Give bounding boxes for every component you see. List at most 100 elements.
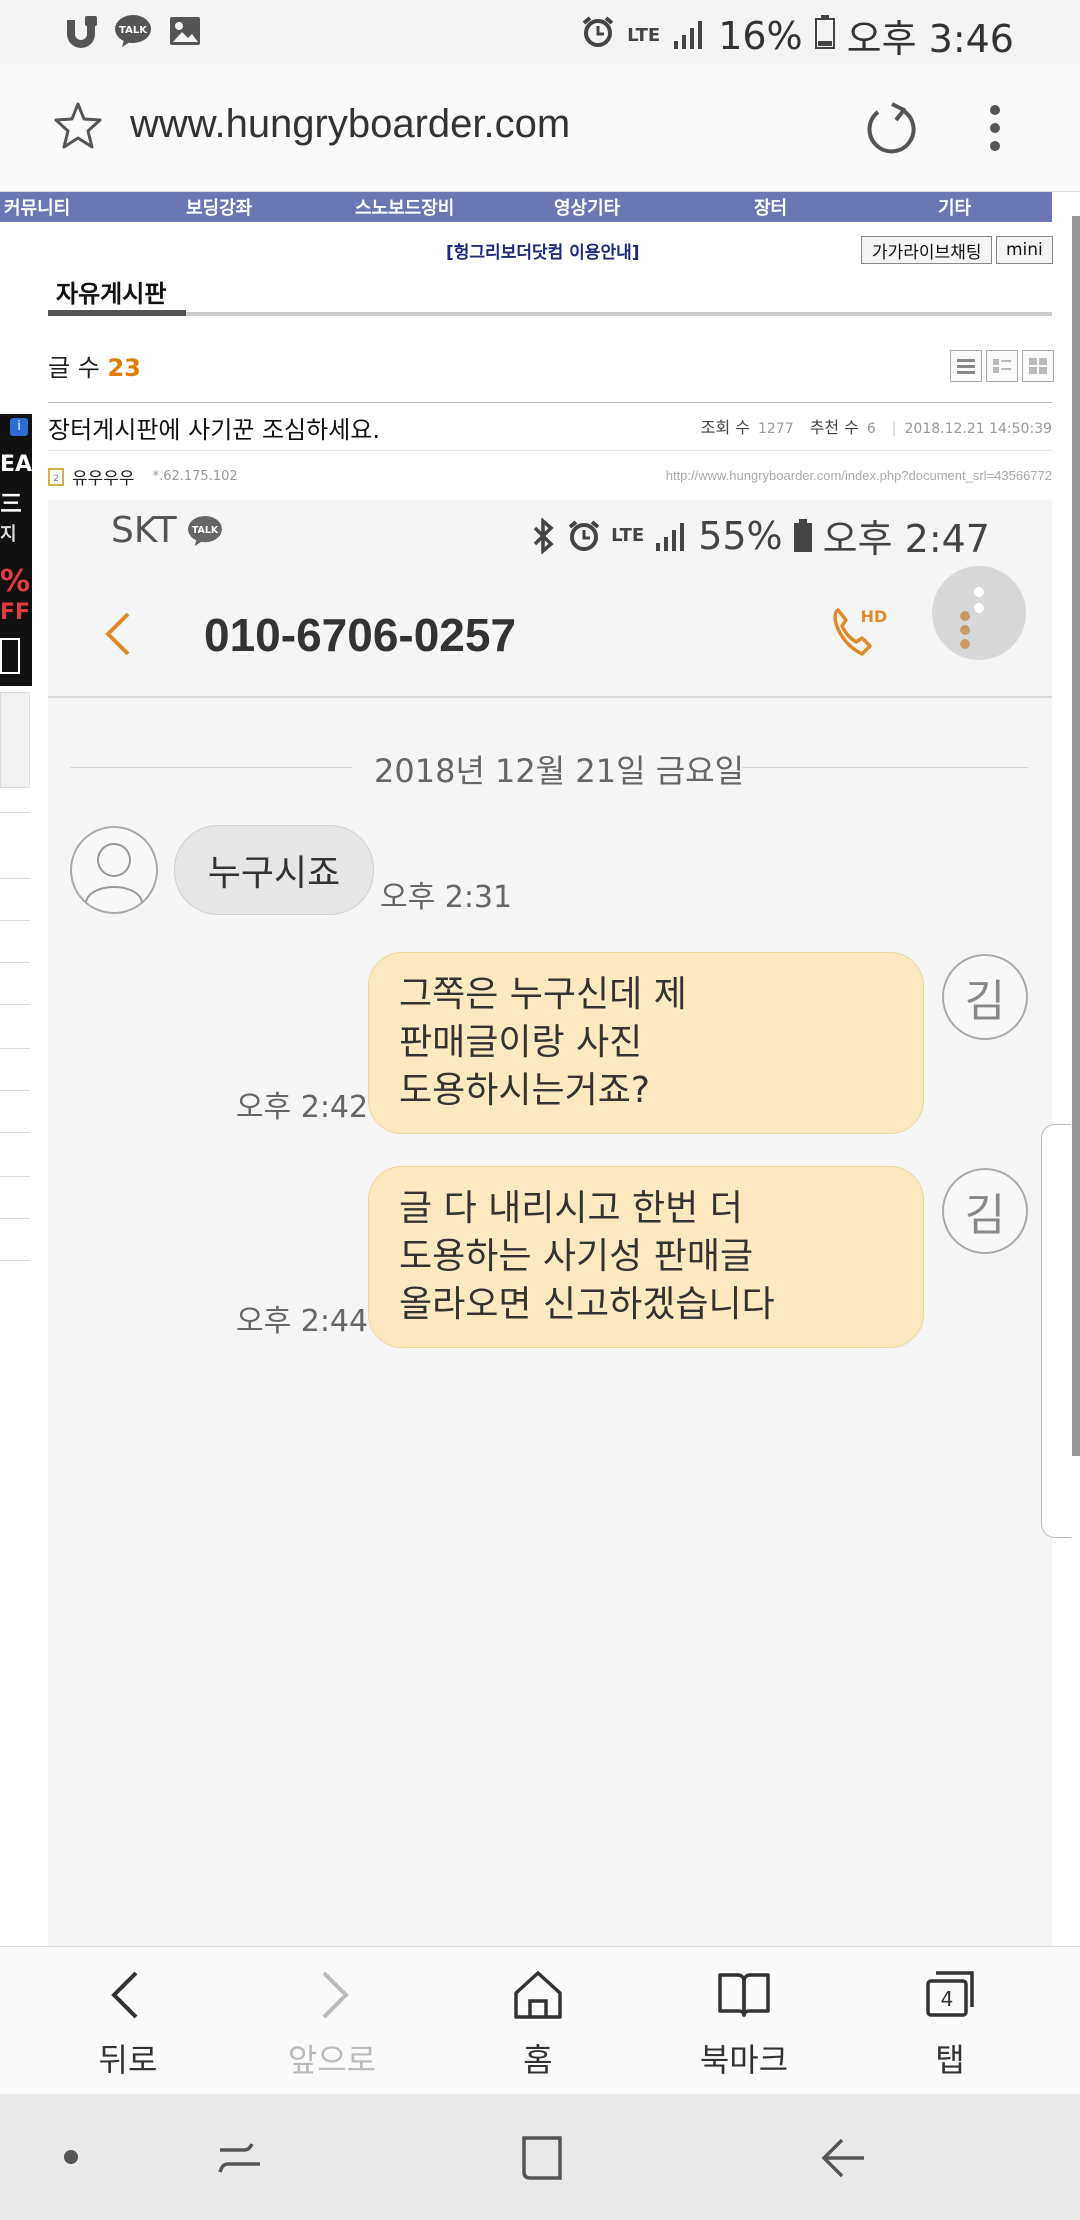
- home-button[interactable]: 홈: [468, 1967, 608, 2087]
- alarm-icon: [581, 14, 615, 58]
- back-nav-icon[interactable]: [818, 2132, 870, 2184]
- post-image: SKT TALK LTE 55% 오후 2:47 010-6706-0257 H…: [48, 500, 1052, 1946]
- ad-text-5: FF: [0, 600, 31, 625]
- more-menu-icon[interactable]: [980, 102, 1010, 154]
- bookmarks-button[interactable]: 북마크: [674, 1967, 814, 2087]
- page-edge-strip: [1072, 216, 1080, 1456]
- recommend-value: 6: [866, 421, 876, 437]
- back-label: 뒤로: [98, 2041, 158, 2079]
- image-contact-avatar-icon: [70, 826, 158, 914]
- battery-percent: 16%: [718, 13, 803, 58]
- ad-text-3: 지: [0, 524, 17, 545]
- image-signal-icon: [656, 522, 685, 551]
- bookmarks-label: 북마크: [699, 2041, 789, 2079]
- svg-text:TALK: TALK: [119, 25, 148, 36]
- image-network-type: LTE: [611, 524, 645, 546]
- image-carrier: SKT TALK: [111, 510, 223, 551]
- browser-toolbar: 뒤로 앞으로 홈 북마크 4 탭: [0, 1946, 1080, 2094]
- list-view-icon[interactable]: [950, 350, 982, 382]
- author-ip: *.62.175.102: [152, 469, 238, 484]
- views-label: 조회 수: [700, 418, 750, 437]
- svg-text:TALK: TALK: [192, 524, 219, 535]
- image-header-divider: [48, 696, 1052, 698]
- gallery-icon: [166, 12, 204, 50]
- image-message-out-1-line-2: 판매글이랑 사진: [399, 1022, 643, 1063]
- back-arrow-icon: [111, 1971, 138, 2019]
- image-message-time-3: 오후 2:44: [236, 1304, 369, 1339]
- board-tab-free[interactable]: 자유게시판: [56, 274, 166, 309]
- image-status-bar: SKT TALK LTE 55% 오후 2:47: [48, 500, 1052, 564]
- board-tab-active-indicator: [48, 310, 186, 316]
- battery-icon: [814, 14, 835, 58]
- image-back-arrow-icon: [102, 610, 132, 658]
- post-count-value: 23: [107, 354, 141, 382]
- tabs-button[interactable]: 4 탭: [880, 1967, 1020, 2087]
- side-thumbnail[interactable]: [0, 692, 30, 788]
- forward-arrow-icon: [322, 1971, 349, 2019]
- system-nav-bar: [0, 2094, 1080, 2220]
- post-top-divider: [48, 402, 1052, 403]
- page-side-handle[interactable]: [1041, 1124, 1071, 1538]
- author-row: 2 유우우우 *.62.175.102: [48, 464, 238, 489]
- author-level-icon: 2: [48, 467, 64, 486]
- forward-button[interactable]: 앞으로: [262, 1967, 402, 2087]
- gallery-view-icon[interactable]: [1022, 350, 1054, 382]
- image-battery-percent: 55%: [698, 513, 783, 558]
- side-ad[interactable]: i EA 三 지 % FF: [0, 414, 32, 686]
- nav-item-community[interactable]: 커뮤니티: [4, 194, 70, 220]
- views-value: 1277: [757, 421, 794, 437]
- network-type: LTE: [627, 24, 661, 46]
- view-mode-buttons: [950, 350, 1054, 382]
- image-hd-call-icon: HD: [828, 604, 888, 662]
- recent-apps-icon[interactable]: [214, 2132, 266, 2184]
- image-battery-icon: [793, 518, 812, 552]
- nav-item-etc[interactable]: 기타: [938, 194, 971, 220]
- image-message-out-2-line-2: 도용하는 사기성 판매글: [399, 1236, 754, 1277]
- post-title: 장터게시판에 사기꾼 조심하세요.: [48, 416, 381, 444]
- post-meta: 조회 수 1277 추천 수 6 | 2018.12.21 14:50:39: [701, 414, 1052, 438]
- image-message-out-1-line-1: 그쪽은 누구신데 제: [399, 974, 687, 1015]
- mini-button[interactable]: mini: [996, 236, 1053, 264]
- back-button[interactable]: 뒤로: [58, 1967, 198, 2087]
- nav-item-gear[interactable]: 스노보드장비: [355, 194, 454, 220]
- tabs-icon: 4: [926, 1971, 974, 2017]
- post-meta-divider: [48, 450, 1052, 451]
- image-message-out-2: 글 다 내리시고 한번 더 도용하는 사기성 판매글 올라오면 신고하겠습니다: [368, 1166, 924, 1348]
- nav-dot-icon[interactable]: [64, 2150, 78, 2164]
- web-page: 커뮤니티 보딩강좌 스노보드장비 영상기타 장터 기타 i EA 三 지 % F…: [0, 192, 1080, 1946]
- image-phone-number: 010-6706-0257: [204, 609, 517, 661]
- forward-label: 앞으로: [287, 2041, 377, 2079]
- image-message-time-2: 오후 2:42: [236, 1090, 369, 1125]
- ad-play-icon: [0, 638, 20, 674]
- post-permalink[interactable]: http://www.hungryboarder.com/index.php?d…: [666, 468, 1052, 483]
- image-date-separator: 2018년 12월 21일 금요일: [48, 742, 1052, 792]
- board-tab-divider: [48, 312, 1052, 316]
- address-field[interactable]: www.hungryboarder.com: [130, 102, 570, 147]
- ad-text-1: EA: [0, 452, 32, 477]
- svg-text:2: 2: [53, 474, 59, 484]
- reload-icon[interactable]: [862, 100, 918, 156]
- nav-item-video[interactable]: 영상기타: [554, 194, 620, 220]
- image-my-avatar: 김: [942, 954, 1028, 1040]
- image-hd-badge: HD: [861, 607, 888, 626]
- nav-item-lessons[interactable]: 보딩강좌: [186, 194, 252, 220]
- nav-item-market[interactable]: 장터: [754, 194, 787, 220]
- tab-count: 4: [941, 1987, 954, 2011]
- image-status-indicators: LTE 55% 오후 2:47: [531, 508, 990, 563]
- bookmark-star-icon[interactable]: [52, 100, 104, 152]
- image-message-in-1: 누구시죠: [174, 825, 374, 915]
- home-nav-icon[interactable]: [516, 2132, 568, 2184]
- status-indicators: LTE 16% 오후 3:46: [581, 8, 1014, 63]
- u-plus-icon: [62, 12, 100, 50]
- live-chat-button[interactable]: 가가라이브채팅: [861, 236, 993, 264]
- image-date-text: 2018년 12월 21일 금요일: [374, 752, 745, 790]
- home-label: 홈: [523, 2041, 553, 2079]
- image-kakaotalk-icon: TALK: [187, 515, 222, 546]
- image-conversation-header: 010-6706-0257 HD: [48, 564, 1052, 694]
- webzine-view-icon[interactable]: [986, 350, 1018, 382]
- author-name[interactable]: 유우우우: [72, 464, 135, 489]
- notification-icons: TALK: [62, 12, 204, 50]
- image-message-out-2-line-3: 올라오면 신고하겠습니다: [399, 1284, 775, 1325]
- site-guide-link[interactable]: [헝그리보더닷컴 이용안내]: [446, 238, 640, 263]
- image-message-out-1: 그쪽은 누구신데 제 판매글이랑 사진 도용하시는거죠?: [368, 952, 924, 1134]
